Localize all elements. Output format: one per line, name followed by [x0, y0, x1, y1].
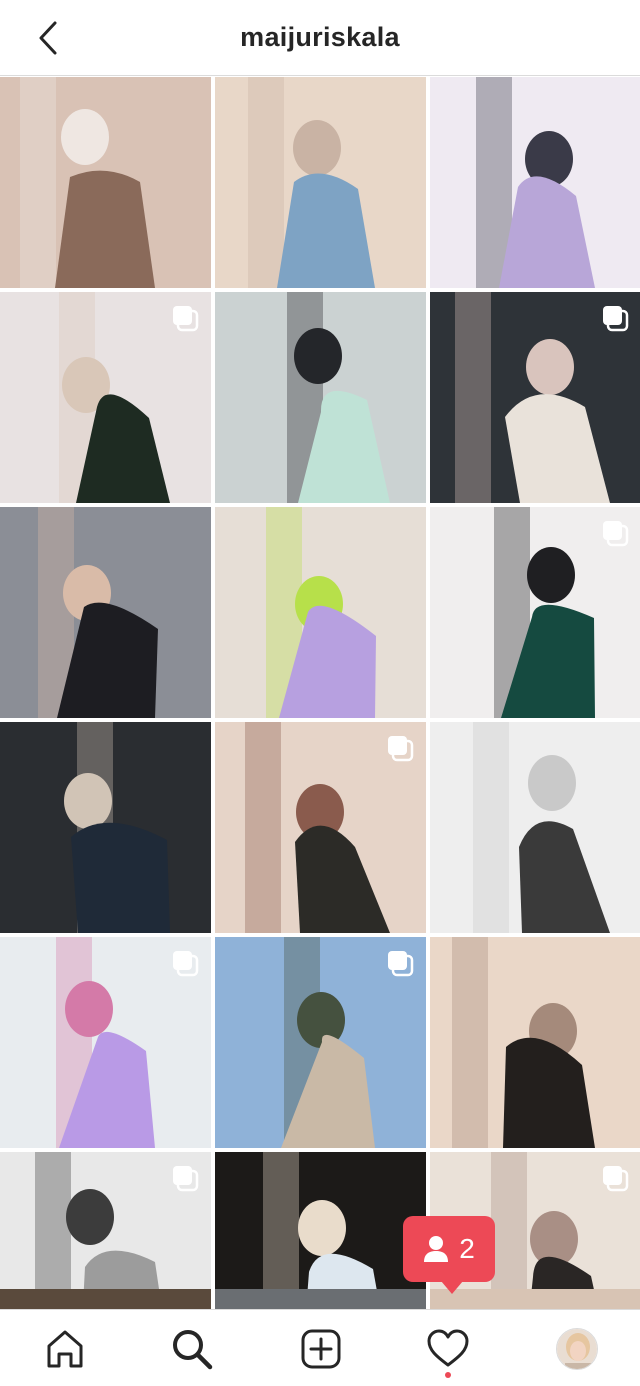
back-button[interactable]: [28, 18, 68, 58]
nav-activity[interactable]: [423, 1324, 473, 1374]
photo-grid: [0, 77, 640, 1309]
notification-count: 2: [459, 1233, 475, 1264]
photo-tile[interactable]: [215, 292, 426, 503]
photo-thumbnail: [215, 507, 426, 718]
photo-tile[interactable]: [215, 1152, 426, 1309]
photo-tile[interactable]: [430, 722, 640, 933]
multiple-photos-icon: [388, 736, 414, 762]
activity-unread-dot: [445, 1372, 451, 1378]
photo-tile[interactable]: [215, 1289, 426, 1309]
chevron-left-icon: [39, 21, 57, 55]
photo-tile[interactable]: [430, 937, 640, 1148]
heart-icon: [427, 1329, 469, 1367]
multiple-photos-icon: [173, 951, 199, 977]
multiple-photos-icon: [388, 951, 414, 977]
nav-home[interactable]: [40, 1324, 90, 1374]
multiple-photos-icon: [173, 1166, 199, 1192]
person-icon: [424, 1236, 449, 1262]
multiple-photos-icon: [603, 1166, 629, 1192]
bottom-navigation: [0, 1309, 640, 1386]
photo-thumbnail: [430, 937, 640, 1148]
photo-thumbnail: [0, 77, 211, 288]
photo-thumbnail: [215, 1152, 426, 1309]
multiple-photos-icon: [603, 521, 629, 547]
nav-search[interactable]: [167, 1324, 217, 1374]
photo-tile[interactable]: [430, 507, 640, 718]
photo-tile[interactable]: [215, 722, 426, 933]
plus-square-icon: [301, 1329, 341, 1369]
multiple-photos-icon: [173, 306, 199, 332]
photo-thumbnail: [430, 722, 640, 933]
activity-notification-bubble[interactable]: 2: [403, 1216, 495, 1294]
top-bar: maijuriskala: [0, 0, 640, 76]
photo-tile[interactable]: [215, 507, 426, 718]
profile-username: maijuriskala: [240, 22, 400, 52]
search-icon: [173, 1330, 213, 1370]
photo-tile[interactable]: [215, 77, 426, 288]
multiple-photos-icon: [603, 306, 629, 332]
photo-thumbnail: [0, 507, 211, 718]
photo-thumbnail: [215, 292, 426, 503]
photo-tile[interactable]: [430, 77, 640, 288]
photo-thumbnail: [430, 77, 640, 288]
photo-tile[interactable]: [0, 722, 211, 933]
nav-profile[interactable]: [552, 1324, 602, 1374]
nav-new-post[interactable]: [296, 1324, 346, 1374]
photo-tile[interactable]: [0, 1289, 211, 1309]
photo-tile[interactable]: [0, 292, 211, 503]
photo-tile[interactable]: [215, 937, 426, 1148]
photo-thumbnail: [0, 722, 211, 933]
avatar: [556, 1328, 598, 1370]
photo-thumbnail: [215, 77, 426, 288]
photo-tile[interactable]: [430, 292, 640, 503]
photo-tile[interactable]: [0, 1152, 211, 1309]
home-icon: [47, 1330, 83, 1368]
photo-tile[interactable]: [0, 77, 211, 288]
photo-tile[interactable]: [0, 507, 211, 718]
photo-tile[interactable]: [0, 937, 211, 1148]
